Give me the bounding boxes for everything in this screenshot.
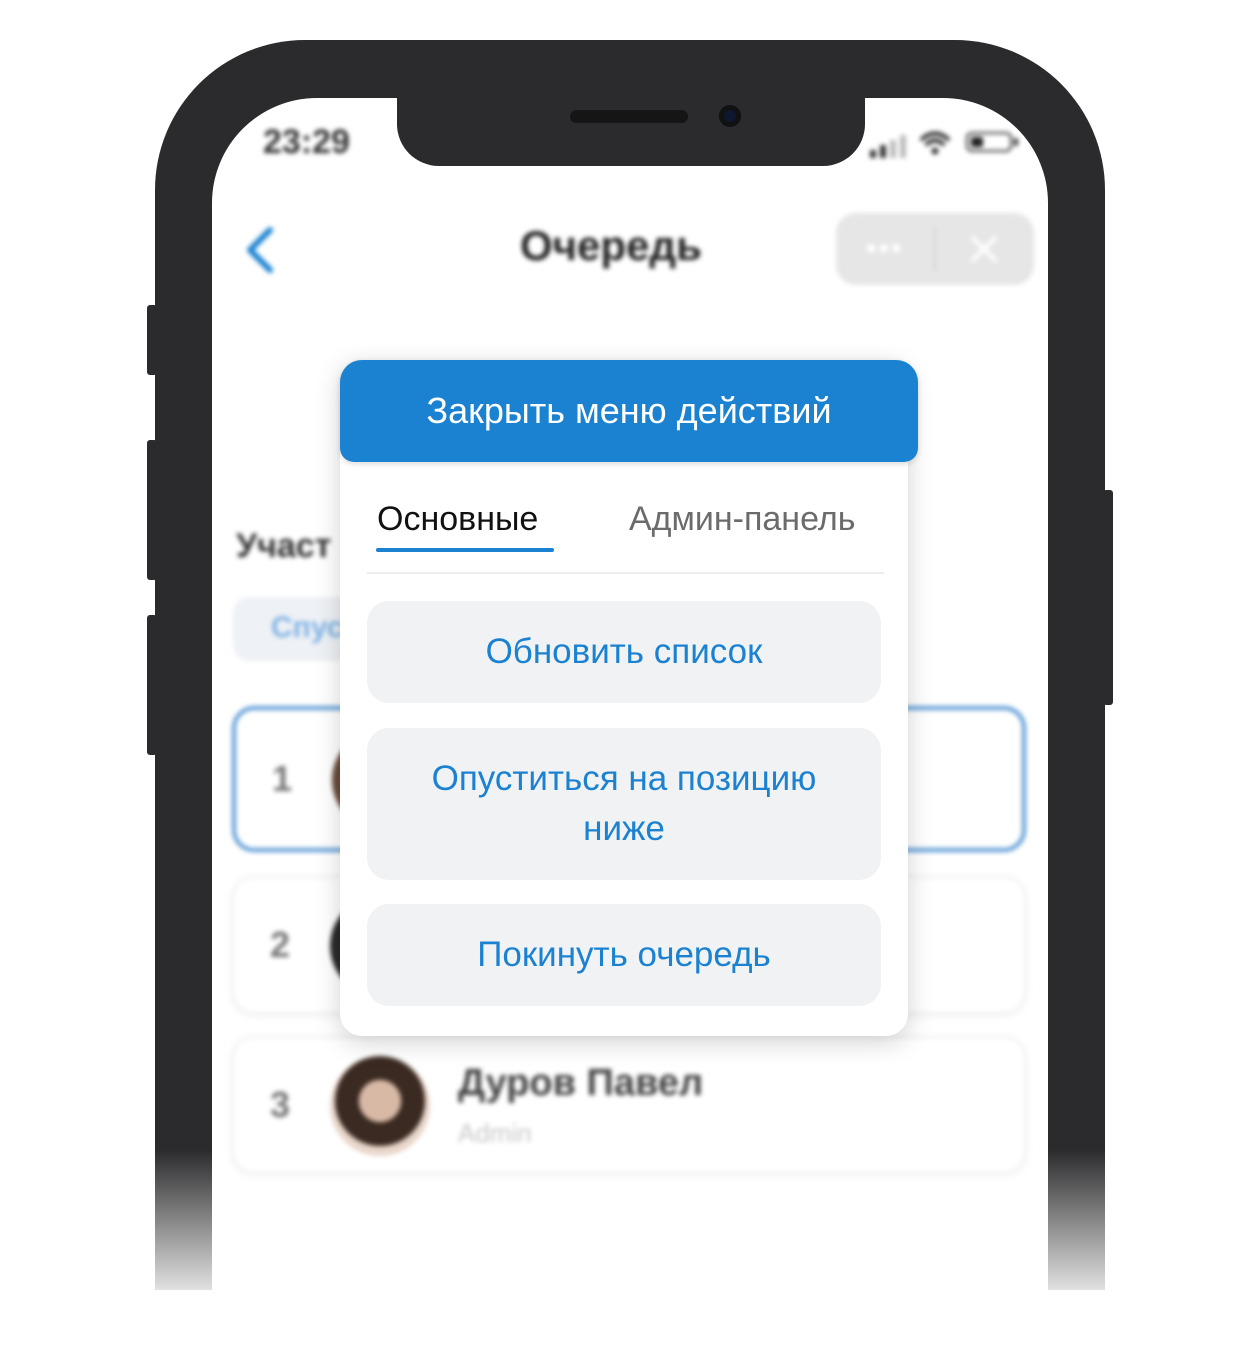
member-name: Дуров Павел [458,1062,704,1104]
queue-position: 3 [270,1084,291,1125]
status-time: 23:29 [263,123,350,161]
tabs-divider [367,572,884,574]
status-icons [866,128,1026,158]
front-camera [719,105,741,127]
avatar [330,1056,430,1156]
active-tab-indicator [376,548,554,552]
speaker [570,110,688,123]
signal-icon [870,150,876,158]
action-menu: Закрыть меню действий Основные Админ-пан… [340,360,918,1036]
close-menu-button[interactable]: Закрыть меню действий [340,360,918,462]
back-chevron-icon[interactable] [238,222,288,278]
member-role: Admin [458,1118,532,1148]
battery-icon [966,132,1012,152]
tab-admin-panel[interactable]: Админ-панель [629,500,855,539]
leave-queue-button[interactable]: Покинуть очередь [367,904,881,1006]
queue-position: 2 [270,924,291,965]
refresh-list-button[interactable]: Обновить список [367,601,881,703]
move-down-button[interactable]: Опуститься на позицию ниже [367,728,881,880]
more-icon[interactable]: ••• [866,234,906,264]
mini-app-capsule: ••• [836,213,1034,285]
close-icon[interactable] [968,233,1000,265]
page-title: Очередь [520,222,702,269]
wifi-icon [920,131,950,155]
bottom-fade [0,1150,1259,1359]
section-label: Участ [236,527,332,565]
notch [397,92,865,166]
queue-position: 1 [272,758,293,799]
chip-label: Спус [271,611,344,644]
tab-main[interactable]: Основные [377,500,538,539]
